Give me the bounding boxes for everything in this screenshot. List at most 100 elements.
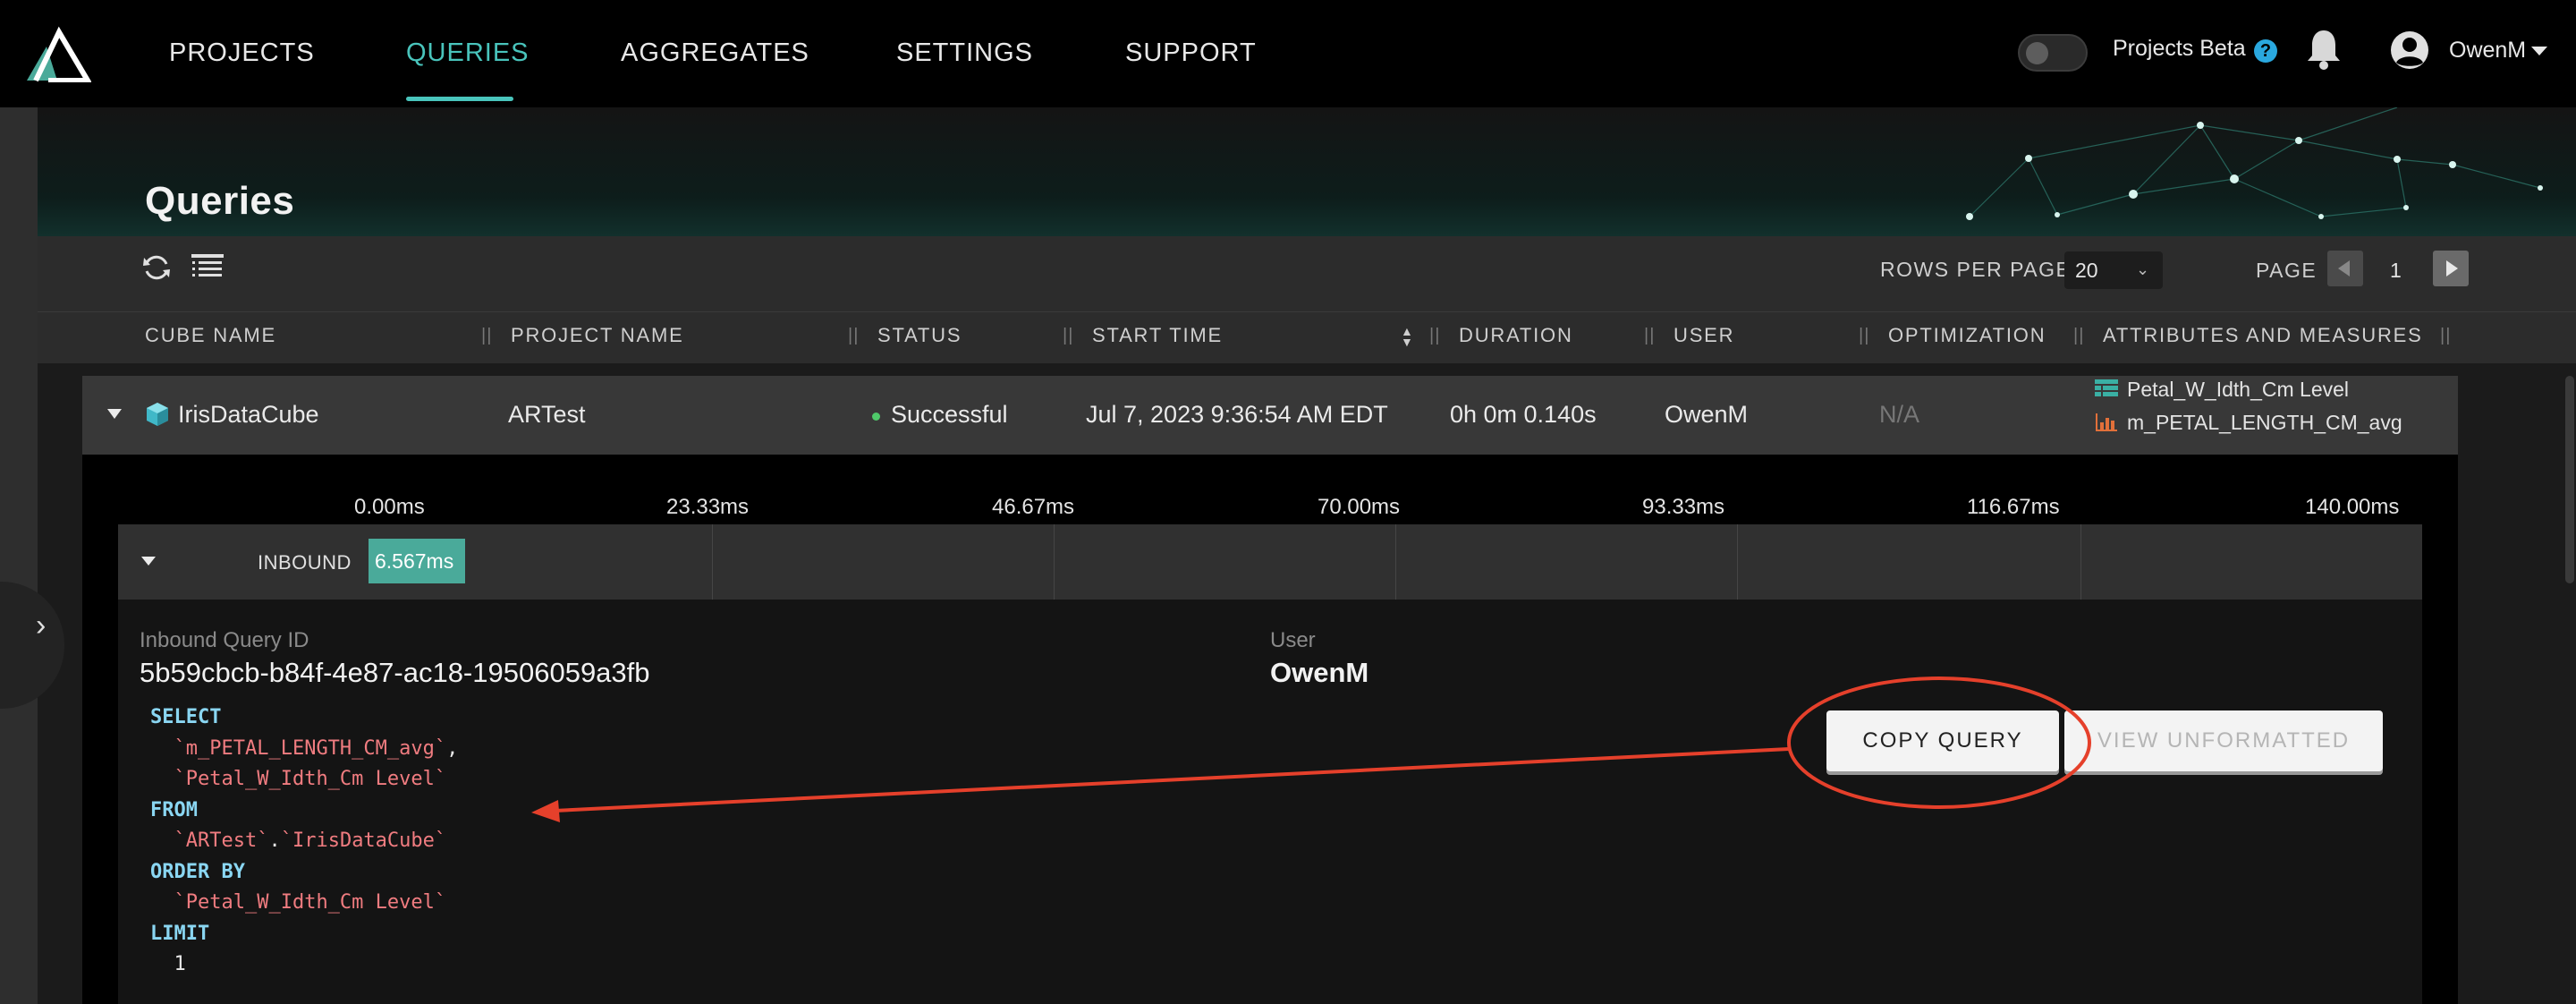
sql-keyword: ORDER BY: [150, 860, 245, 883]
duration-cell: 0h 0m 0.140s: [1450, 401, 1597, 428]
rows-per-page-value: 20: [2075, 259, 2098, 282]
col-resize-handle[interactable]: ||: [1063, 326, 1073, 346]
timeline-bar-value: 6.567ms: [375, 549, 454, 573]
sql-identifier: `Petal_W_Idth_Cm Level`: [174, 891, 447, 914]
toggle-knob: [2026, 42, 2048, 64]
scrollbar-thumb[interactable]: [2565, 376, 2574, 583]
sql-keyword: LIMIT: [150, 922, 210, 945]
sql-literal: 1: [174, 953, 186, 975]
user-avatar-icon[interactable]: [2390, 30, 2429, 70]
status-success-dot: [872, 413, 880, 421]
sql-identifier: `Petal_W_Idth_Cm Level`: [174, 768, 447, 790]
col-optimization[interactable]: OPTIMIZATION: [1888, 324, 2046, 347]
timeline-gridline: [1054, 524, 1055, 600]
user-menu-caret-icon[interactable]: [2531, 47, 2547, 55]
col-attributes-measures[interactable]: ATTRIBUTES AND MEASURES: [2103, 324, 2423, 347]
timeline-tick: 93.33ms: [1642, 495, 1725, 519]
view-unformatted-button[interactable]: VIEW UNFORMATTED: [2064, 710, 2383, 771]
timeline-gridline: [1395, 524, 1396, 600]
col-resize-handle[interactable]: ||: [481, 326, 492, 346]
nav-projects[interactable]: PROJECTS: [169, 0, 315, 107]
col-project-name[interactable]: PROJECT NAME: [511, 324, 684, 347]
table-toolbar: [38, 236, 2576, 311]
attribute-item: Petal_W_Idth_Cm Level: [2127, 378, 2350, 401]
projects-beta-toggle[interactable]: [2018, 34, 2088, 72]
atscale-logo[interactable]: [23, 25, 91, 82]
page-label: PAGE: [2256, 259, 2318, 282]
page-number: 1: [2390, 259, 2402, 282]
cube-name-cell: IrisDataCube: [178, 401, 319, 428]
user-label: User: [1270, 628, 1316, 652]
left-rail: [0, 107, 38, 1004]
rows-per-page-label: ROWS PER PAGE: [1880, 258, 2072, 281]
project-name-cell: ARTest: [508, 401, 586, 428]
projects-beta-label: Projects Beta: [2113, 36, 2246, 61]
col-resize-handle[interactable]: ||: [1429, 326, 1440, 346]
rows-per-page-select[interactable]: 20 ⌄: [2064, 251, 2163, 289]
user-value: OwenM: [1270, 657, 1369, 688]
sql-punctuation: .: [268, 830, 281, 852]
collapse-caret-icon[interactable]: [107, 409, 122, 419]
sql-punctuation: ,: [446, 736, 459, 760]
bell-icon[interactable]: [2306, 27, 2342, 72]
timeline-collapse-caret-icon[interactable]: [141, 557, 156, 566]
timeline-label-inbound: INBOUND: [258, 551, 352, 574]
timeline-tick: 116.67ms: [1967, 495, 2060, 519]
sql-query-code: SELECT `m_PETAL_LENGTH_CM_avg`, `Petal_W…: [150, 702, 458, 981]
chevron-down-icon: ⌄: [2136, 260, 2150, 278]
nav-support[interactable]: SUPPORT: [1125, 0, 1257, 107]
timeline-tick: 23.33ms: [666, 495, 750, 519]
prev-page-button[interactable]: [2327, 251, 2363, 286]
copy-query-button[interactable]: COPY QUERY: [1826, 710, 2059, 771]
nav-settings[interactable]: SETTINGS: [896, 0, 1033, 107]
sql-identifier: `m_PETAL_LENGTH_CM_avg`: [174, 736, 447, 760]
cube-icon: [147, 403, 168, 426]
col-cube-name[interactable]: CUBE NAME: [145, 324, 276, 347]
timeline-tick: 140.00ms: [2305, 495, 2400, 519]
timeline-tick: 70.00ms: [1318, 495, 1401, 519]
chevron-right-icon[interactable]: ›: [36, 608, 46, 643]
timeline-gridline: [712, 524, 713, 600]
column-settings-icon[interactable]: [191, 252, 224, 281]
col-duration[interactable]: DURATION: [1459, 324, 1573, 347]
timeline-tick: 0.00ms: [354, 495, 425, 519]
col-start-time[interactable]: START TIME: [1092, 324, 1223, 347]
col-resize-handle[interactable]: ||: [1644, 326, 1655, 346]
user-name[interactable]: OwenM: [2449, 38, 2526, 64]
query-id-label: Inbound Query ID: [140, 628, 309, 652]
measure-item: m_PETAL_LENGTH_CM_avg: [2127, 411, 2402, 434]
col-status[interactable]: STATUS: [877, 324, 962, 347]
help-icon[interactable]: ?: [2254, 39, 2277, 63]
timeline-gridline: [2080, 524, 2081, 600]
col-resize-handle[interactable]: ||: [848, 326, 859, 346]
sidebar-expand-tab[interactable]: [0, 582, 64, 709]
query-id-value: 5b59cbcb-b84f-4e87-ac18-19506059a3fb: [140, 657, 650, 688]
sql-keyword: FROM: [150, 798, 198, 821]
nav-queries[interactable]: QUERIES: [406, 0, 530, 107]
next-arrow-icon: [2446, 260, 2458, 277]
timeline-tick: 46.67ms: [992, 495, 1075, 519]
user-cell: OwenM: [1665, 401, 1749, 428]
top-nav: PROJECTS QUERIES AGGREGATES SETTINGS SUP…: [0, 0, 2576, 107]
col-resize-handle[interactable]: ||: [2440, 326, 2451, 346]
measure-chart-icon: [2096, 413, 2117, 431]
col-resize-handle[interactable]: ||: [2073, 326, 2084, 346]
sql-keyword: SELECT: [150, 706, 222, 728]
status-cell: Successful: [891, 401, 1008, 428]
refresh-icon[interactable]: [141, 252, 172, 283]
sort-icon[interactable]: ▲ ▼: [1401, 325, 1413, 348]
timeline-bar-inbound[interactable]: 6.567ms: [369, 539, 465, 583]
prev-arrow-icon: [2338, 260, 2350, 277]
optimization-cell: N/A: [1879, 401, 1920, 428]
sql-identifier: `IrisDataCube`: [280, 830, 447, 852]
col-resize-handle[interactable]: ||: [1859, 326, 1869, 346]
col-user[interactable]: USER: [1674, 324, 1734, 347]
nav-active-underline: [406, 97, 513, 101]
table-icon: [2095, 379, 2118, 396]
sql-identifier: `ARTest`: [174, 830, 269, 852]
nav-aggregates[interactable]: AGGREGATES: [621, 0, 809, 107]
constellation-decoration: [1966, 107, 2543, 220]
start-time-cell: Jul 7, 2023 9:36:54 AM EDT: [1086, 401, 1388, 428]
app-root: PROJECTS QUERIES AGGREGATES SETTINGS SUP…: [0, 0, 2576, 1004]
next-page-button[interactable]: [2433, 251, 2469, 286]
